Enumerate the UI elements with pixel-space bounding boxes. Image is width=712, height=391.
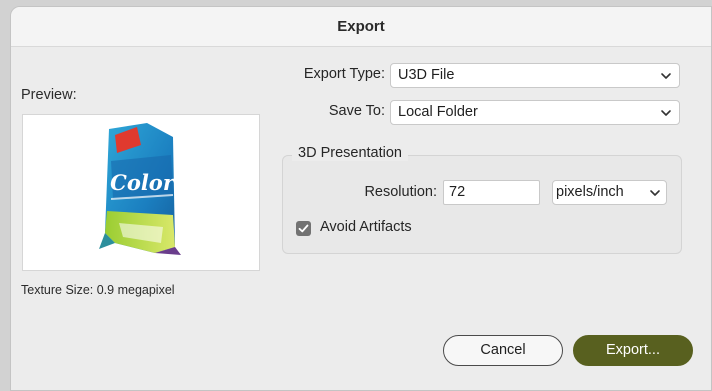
avoid-artifacts-label[interactable]: Avoid Artifacts — [320, 219, 412, 235]
chevron-down-icon — [661, 73, 671, 79]
export-button[interactable]: Export... — [573, 335, 693, 366]
avoid-artifacts-checkbox[interactable] — [296, 221, 311, 236]
save-to-label: Save To: — [328, 103, 385, 119]
cancel-button[interactable]: Cancel — [443, 335, 563, 366]
dialog-title: Export — [11, 7, 711, 47]
preview-label: Preview: — [21, 87, 77, 103]
export-type-label: Export Type: — [303, 66, 385, 82]
chevron-down-icon — [650, 190, 660, 196]
chevron-down-icon — [661, 110, 671, 116]
preview-thumbnail: Color — [22, 114, 260, 271]
checkmark-icon — [298, 224, 309, 233]
package-preview-image: Color — [99, 123, 181, 255]
resolution-unit-select[interactable]: pixels/inch — [552, 180, 667, 205]
resolution-unit-value: pixels/inch — [556, 184, 624, 200]
save-to-value: Local Folder — [398, 104, 478, 120]
resolution-input[interactable]: 72 — [443, 180, 540, 205]
resolution-label: Resolution: — [364, 184, 437, 200]
save-to-select[interactable]: Local Folder — [390, 100, 680, 125]
package-logo-text: Color — [110, 170, 176, 195]
3d-presentation-title: 3D Presentation — [292, 145, 408, 161]
texture-size-text: Texture Size: 0.9 megapixel — [21, 283, 175, 297]
export-type-select[interactable]: U3D File — [390, 63, 680, 88]
export-type-value: U3D File — [398, 67, 455, 83]
